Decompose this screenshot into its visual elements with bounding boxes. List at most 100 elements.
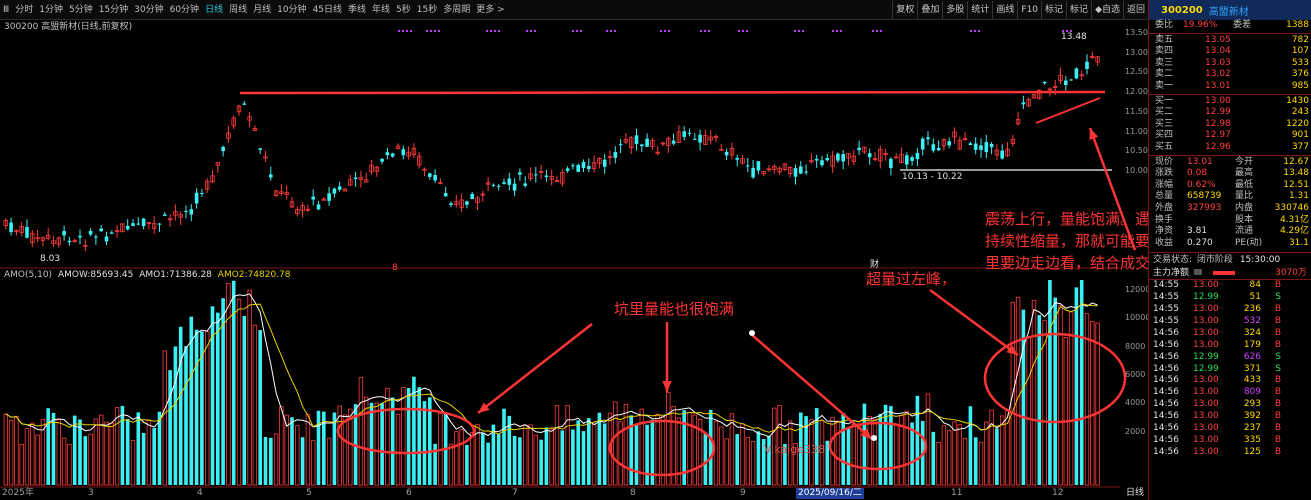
toolbar-button[interactable]: 画线 xyxy=(992,1,1017,19)
volume-bar xyxy=(666,392,671,486)
tick-row: 14:56 13.00 809 B xyxy=(1149,387,1311,399)
period-tab[interactable]: 1分钟 xyxy=(36,0,66,20)
period-tab[interactable]: 分时 xyxy=(12,0,36,20)
period-tab[interactable]: 10分钟 xyxy=(274,0,309,20)
signal-dot xyxy=(402,30,404,32)
ask-volume: 985 xyxy=(1291,80,1309,91)
annotation-arrow-head xyxy=(1089,128,1099,140)
volume-tick: 10000 xyxy=(1125,313,1151,323)
tick-side: B xyxy=(1274,446,1281,457)
tick-price: 13.00 xyxy=(1193,411,1219,422)
period-tab[interactable]: 更多 > xyxy=(473,0,507,20)
tick-side: S xyxy=(1275,351,1281,362)
volume-bar xyxy=(178,326,183,485)
volume-bar xyxy=(486,442,490,485)
toolbar-button[interactable]: 标记 xyxy=(1041,1,1066,19)
period-tab[interactable]: 月线 xyxy=(250,0,274,20)
volume-bar xyxy=(708,409,713,485)
volume-bar xyxy=(518,437,522,485)
tick-row: 14:56 13.00 125 B xyxy=(1149,447,1311,459)
period-tab[interactable]: 季线 xyxy=(345,0,369,20)
bid-row[interactable]: 买二 12.99 243 xyxy=(1149,107,1311,119)
volume-bar xyxy=(587,418,591,485)
price-tick: 12.50 xyxy=(1125,67,1148,77)
bid-row[interactable]: 买一 13.00 1430 xyxy=(1149,96,1311,108)
volume-bar xyxy=(1090,320,1095,486)
volume-bar xyxy=(459,429,464,486)
ask-row[interactable]: 卖四 13.04 107 xyxy=(1149,46,1311,58)
volume-bar xyxy=(835,420,841,486)
bid-label: 买四 xyxy=(1155,130,1174,141)
toolbar-actions: 复权 叠加 多股 统计 画线 F10 标记 标记 ◆自选 返回 xyxy=(892,0,1148,20)
candle-body xyxy=(507,178,512,185)
toolbar-button[interactable]: F10 xyxy=(1017,1,1041,19)
price-tick: 13.00 xyxy=(1125,47,1148,57)
volume-bar xyxy=(67,443,72,486)
tick-time: 14:55 xyxy=(1153,304,1179,315)
volume-bar xyxy=(1031,299,1037,486)
period-tab[interactable]: 多周期 xyxy=(440,0,473,20)
separator xyxy=(1149,93,1311,95)
period-tab[interactable]: 周线 xyxy=(226,0,250,20)
candle-body xyxy=(242,103,247,105)
quote-value: 330746 xyxy=(1274,202,1309,213)
month-label: 11 xyxy=(951,488,963,498)
bid-row[interactable]: 买三 12.98 1220 xyxy=(1149,119,1311,131)
toolbar-menu-icon[interactable]: Ⅲ xyxy=(0,0,12,20)
toolbar-button[interactable]: 统计 xyxy=(967,1,992,19)
volume-bar xyxy=(247,289,252,486)
period-tab[interactable]: 15秒 xyxy=(414,0,440,20)
event-marker-8[interactable]: 8 xyxy=(392,263,398,274)
main-netflow-row[interactable]: 主力净额 3070万 xyxy=(1149,266,1311,281)
period-tab[interactable]: 60分钟 xyxy=(167,0,202,20)
candle-body xyxy=(968,143,973,146)
period-tab[interactable]: 45日线 xyxy=(310,0,345,20)
toolbar-button[interactable]: 复权 xyxy=(892,1,917,19)
tick-price: 13.00 xyxy=(1193,434,1219,445)
candle-body xyxy=(78,235,82,238)
signal-dot xyxy=(746,30,748,32)
period-tab[interactable]: 30分钟 xyxy=(131,0,166,20)
ask-row[interactable]: 卖一 13.01 985 xyxy=(1149,81,1311,93)
kline-chart[interactable]: 300200 高盟新材(日线,前复权) 13.48 8.03 10.13 - 1… xyxy=(0,20,1255,500)
tick-price: 13.00 xyxy=(1193,339,1219,350)
weibi-label: 委比 xyxy=(1155,20,1174,30)
volume-bar xyxy=(904,410,909,486)
quote-row: 涨跌 0.08 最高 13.48 xyxy=(1149,168,1311,180)
ask-row[interactable]: 卖三 13.03 533 xyxy=(1149,58,1311,70)
period-tab[interactable]: 5分钟 xyxy=(66,0,96,20)
ask-row[interactable]: 卖五 13.05 782 xyxy=(1149,35,1311,47)
toolbar-button[interactable]: 叠加 xyxy=(917,1,942,19)
period-tab[interactable]: 15分钟 xyxy=(96,0,131,20)
bid-price: 12.98 xyxy=(1205,118,1231,129)
toolbar-button[interactable]: 标记 xyxy=(1066,1,1091,19)
signal-dot xyxy=(794,30,796,32)
period-tab[interactable]: 日线 xyxy=(202,0,226,20)
volume-bar xyxy=(889,406,893,485)
netflow-toggle-icon[interactable] xyxy=(1193,269,1202,276)
amo1-value: 71386.28 xyxy=(168,270,212,280)
period-tab[interactable]: 年线 xyxy=(369,0,393,20)
volume-bar xyxy=(184,346,188,485)
quote-value: 4.29亿 xyxy=(1279,226,1309,237)
tick-list[interactable]: 14:55 13.00 84 B 14:55 12.99 51 S 14:55 13… xyxy=(1149,280,1311,458)
chart-canvas[interactable] xyxy=(0,20,1148,500)
candle-body xyxy=(449,203,453,205)
bid-price: 13.00 xyxy=(1205,95,1231,106)
bid-row[interactable]: 买五 12.96 377 xyxy=(1149,142,1311,154)
period-tab[interactable]: 5秒 xyxy=(393,0,414,20)
range-label: 10.13 - 10.22 xyxy=(902,172,963,182)
bid-row[interactable]: 买四 12.97 901 xyxy=(1149,130,1311,142)
volume-bar xyxy=(846,426,851,485)
ask-row[interactable]: 卖二 13.02 376 xyxy=(1149,69,1311,81)
volume-bar xyxy=(1079,280,1084,485)
toolbar-button[interactable]: ◆自选 xyxy=(1091,1,1123,19)
volume-bar xyxy=(290,417,294,485)
volume-bar xyxy=(957,424,962,486)
toolbar-button[interactable]: 多股 xyxy=(942,1,967,19)
signal-dot xyxy=(498,30,500,32)
month-label: 12 xyxy=(1052,488,1064,498)
toolbar-button[interactable]: 返回 xyxy=(1122,1,1148,19)
price-tick: 12.00 xyxy=(1125,87,1148,97)
quote-label: 总量 xyxy=(1155,191,1174,202)
